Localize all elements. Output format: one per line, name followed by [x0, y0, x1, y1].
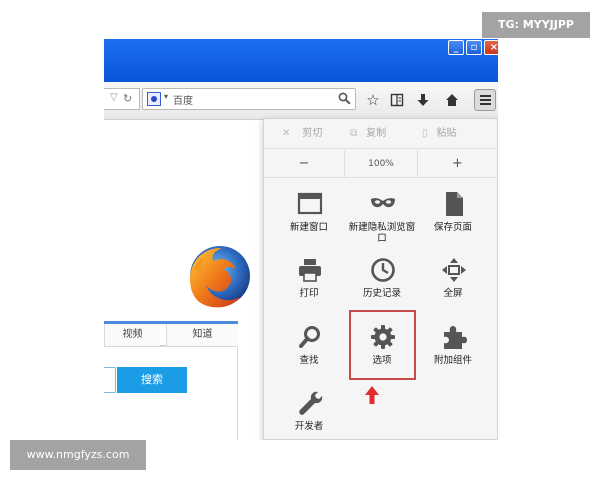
zoom-in-button[interactable]: +: [418, 150, 497, 178]
paste-icon: ▯: [422, 128, 428, 139]
open-menu-button[interactable]: [474, 89, 496, 111]
options-highlight-box: [349, 310, 416, 380]
menu-bar-2: [480, 99, 491, 101]
search-input[interactable]: [104, 367, 116, 393]
bookmarks-list-icon[interactable]: [387, 90, 407, 110]
paste-button[interactable]: ▯ 粘贴: [422, 119, 457, 149]
tab-video[interactable]: 视频: [104, 324, 160, 346]
url-bar[interactable]: ▽ ↻: [104, 88, 140, 110]
save-page-label: 保存页面: [433, 222, 472, 233]
search-category-tabs: 视频 知道: [104, 324, 238, 346]
dropdown-arrow-icon[interactable]: ▽: [110, 92, 118, 103]
developer-label: 开发者: [294, 421, 324, 432]
new-window-icon: [297, 192, 323, 215]
addons-button[interactable]: 附加组件: [423, 324, 483, 386]
zoom-controls-row: − 100% +: [264, 150, 497, 178]
search-button[interactable]: 搜索: [117, 367, 187, 393]
restore-button[interactable]: ▫: [466, 40, 482, 55]
close-window-button[interactable]: ×: [484, 40, 498, 55]
new-private-window-label: 新建隐私浏览窗口: [348, 222, 416, 244]
fullscreen-label: 全屏: [443, 288, 463, 299]
search-icon[interactable]: [338, 92, 351, 105]
copy-button[interactable]: ⧉ 复制: [350, 119, 386, 149]
watermark-top-right: TG: MYYJJPP: [482, 12, 590, 38]
printer-icon: [299, 259, 321, 282]
new-window-button[interactable]: 新建窗口: [279, 191, 339, 253]
minimize-icon: _: [453, 42, 459, 53]
menu-bar-3: [480, 103, 491, 105]
bookmark-star-icon[interactable]: ☆: [363, 90, 383, 110]
cut-icon: ✕: [282, 128, 291, 139]
window-titlebar: _ ▫ ×: [104, 39, 498, 82]
copy-icon: ⧉: [350, 128, 358, 139]
save-page-button[interactable]: 保存页面: [423, 191, 483, 253]
zoom-reset-button[interactable]: 100%: [344, 150, 418, 178]
watermark-bottom-left: www.nmgfyzs.com: [10, 440, 146, 470]
fullscreen-button[interactable]: 全屏: [423, 257, 483, 319]
find-button[interactable]: 查找: [279, 324, 339, 386]
history-label: 历史记录: [362, 288, 401, 299]
edit-controls-row: ✕ 剪切 ⧉ 复制 ▯ 粘贴: [264, 119, 497, 149]
search-box-area: 搜索: [104, 346, 238, 440]
print-button[interactable]: 打印: [279, 257, 339, 319]
addons-label: 附加组件: [433, 355, 472, 366]
baidu-engine-icon[interactable]: [147, 92, 161, 106]
firefox-menu-panel: ✕ 剪切 ⧉ 复制 ▯ 粘贴 − 100% + 新建窗口 新建隐私浏览窗口 保存页面: [263, 118, 498, 440]
save-page-icon: [446, 192, 463, 216]
cut-label: 剪切: [302, 128, 323, 139]
engine-dropdown-icon[interactable]: ▾: [164, 92, 168, 101]
print-label: 打印: [299, 288, 319, 299]
private-mask-icon: [371, 198, 395, 208]
puzzle-addons-icon: [444, 326, 467, 349]
fullscreen-icon: [442, 258, 466, 282]
search-bar[interactable]: ▾ 百度: [142, 88, 356, 110]
new-window-label: 新建窗口: [289, 222, 328, 233]
find-magnifier-icon: [299, 326, 320, 348]
close-icon: ×: [489, 42, 498, 53]
download-arrow-icon[interactable]: [413, 90, 433, 110]
clock-history-icon: [371, 258, 395, 282]
firefox-logo: [190, 246, 250, 308]
tab-zhidao[interactable]: 知道: [166, 324, 238, 346]
wrench-developer-icon: [299, 391, 323, 415]
zoom-out-button[interactable]: −: [264, 150, 344, 178]
restore-icon: ▫: [470, 42, 478, 53]
reload-icon[interactable]: ↻: [123, 92, 132, 105]
search-engine-name: 百度: [173, 96, 193, 107]
paste-label: 粘贴: [436, 128, 457, 139]
home-icon[interactable]: [442, 90, 462, 110]
find-label: 查找: [299, 355, 319, 366]
new-private-window-button[interactable]: 新建隐私浏览窗口: [349, 191, 415, 253]
developer-button[interactable]: 开发者: [279, 390, 339, 440]
copy-label: 复制: [366, 128, 387, 139]
cut-button[interactable]: ✕ 剪切: [282, 119, 322, 149]
menu-bar-1: [480, 95, 491, 97]
minimize-button[interactable]: _: [448, 40, 464, 55]
navigation-toolbar: ▽ ↻ ▾ 百度 ☆: [104, 82, 498, 120]
browser-screenshot: _ ▫ × ▽ ↻ ▾ 百度 ☆ 视频 知道 搜索 ✕ 剪切 ⧉ 复制 ▯ 粘贴…: [104, 39, 498, 440]
red-pointer-arrow-icon: [365, 386, 379, 404]
